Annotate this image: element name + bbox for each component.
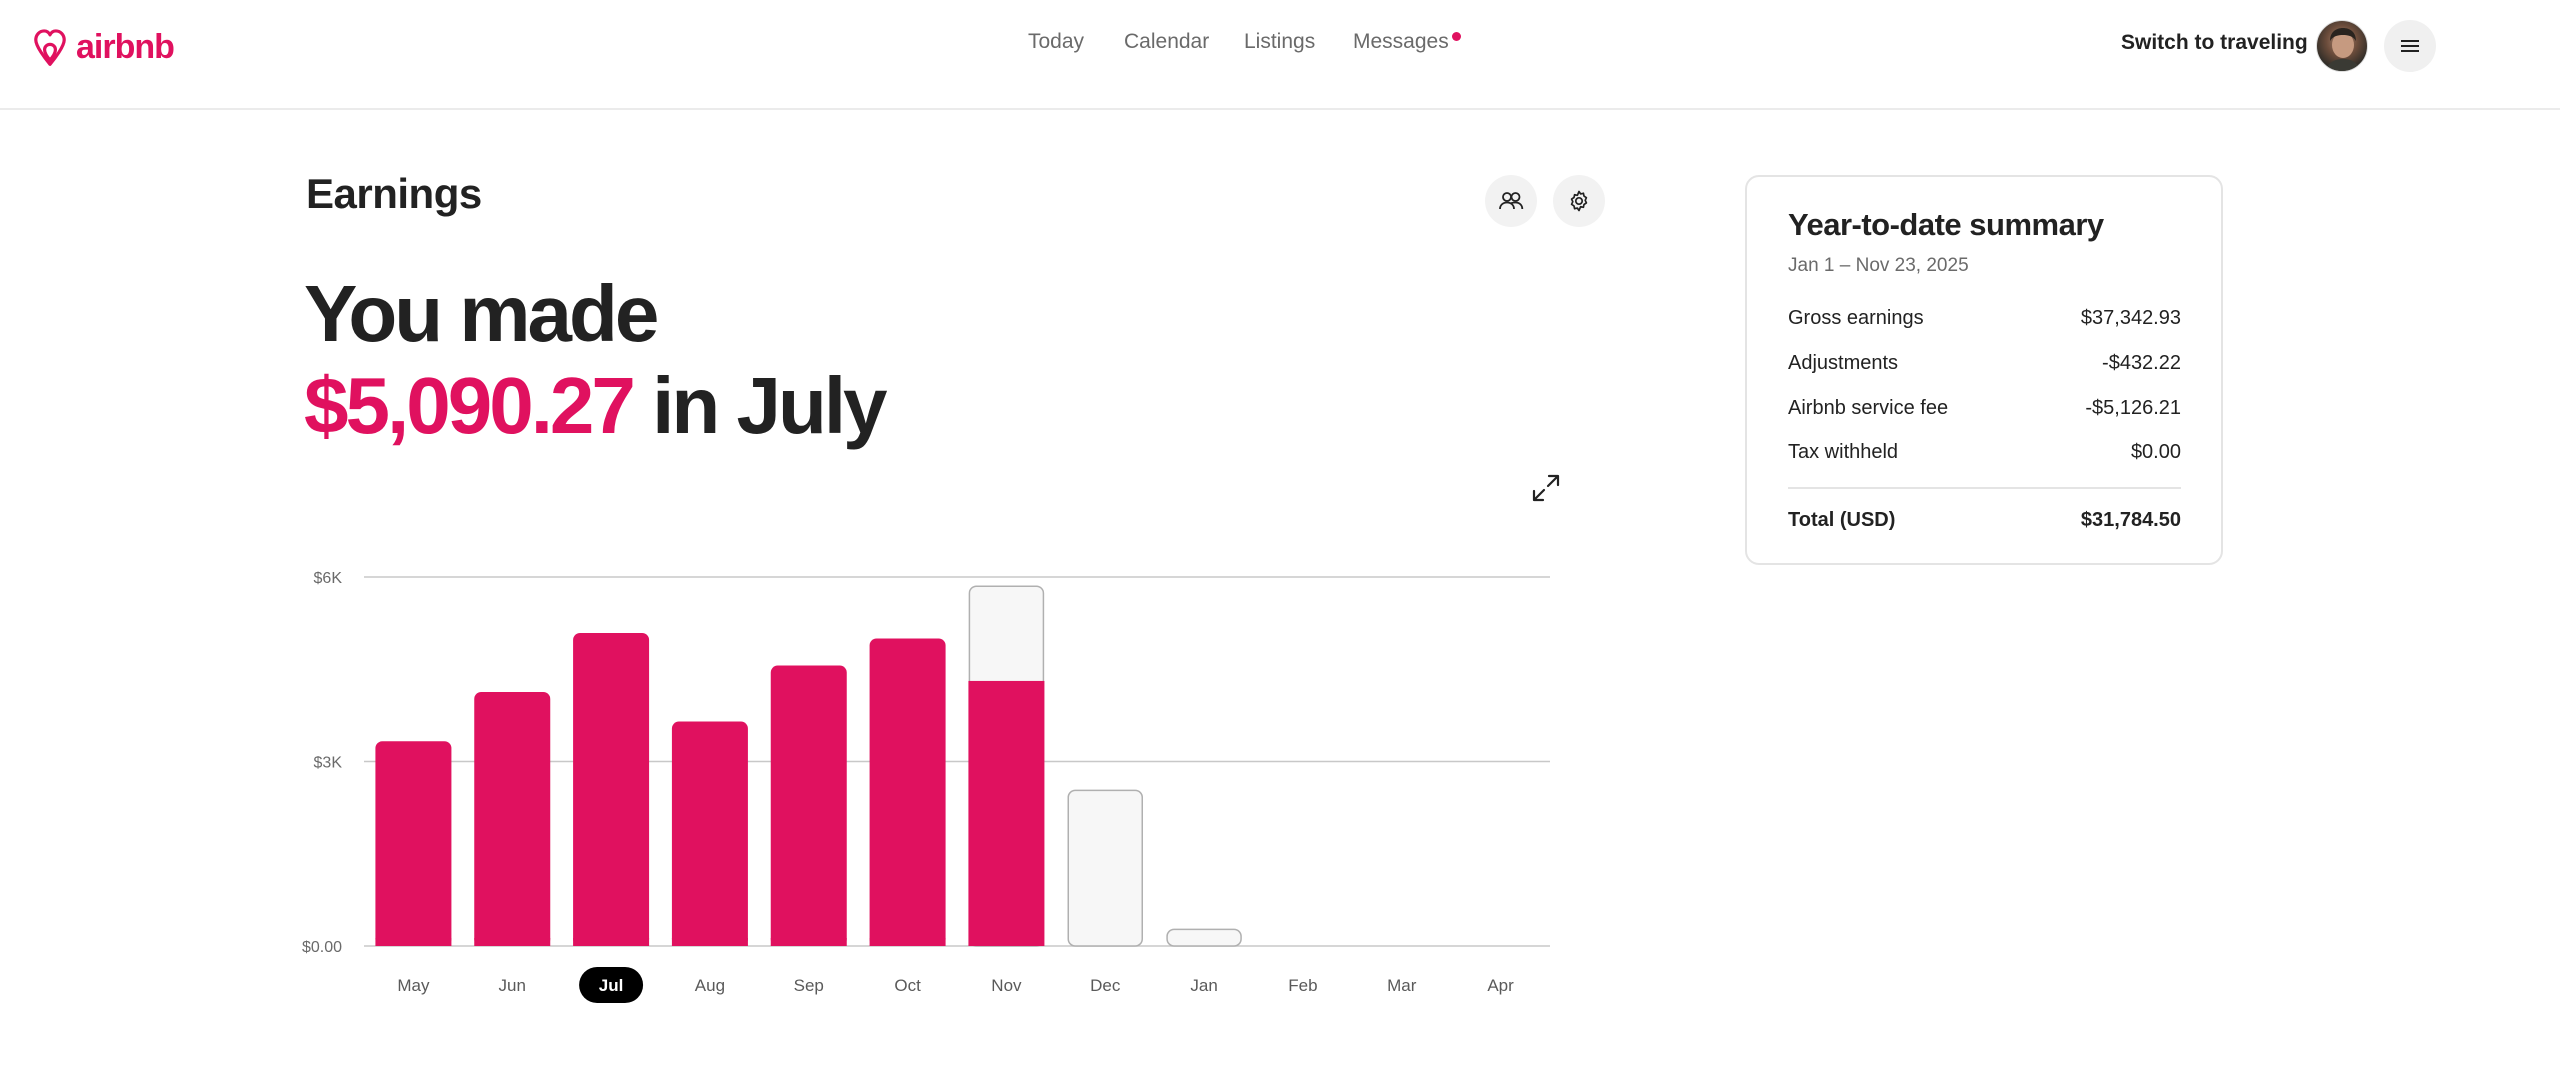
- summary-total-value: $31,784.50: [2080, 509, 2181, 531]
- summary-row-tax-withheld: Tax withheld $0.00: [1788, 441, 2181, 464]
- x-tick-label: Aug: [695, 976, 725, 995]
- summary-row-gross-earnings: Gross earnings $37,342.93: [1788, 307, 2181, 330]
- hero-suffix: in July: [652, 361, 887, 450]
- avatar-portrait-icon: [2325, 28, 2361, 71]
- summary-row-label: Tax withheld: [1788, 441, 1899, 463]
- top-header: airbnb Today Calendar Listings Messages …: [0, 0, 2560, 110]
- expand-icon: [1532, 474, 1560, 502]
- chart-bar-paid: [474, 692, 551, 946]
- avatar[interactable]: [2316, 20, 2368, 72]
- summary-row-value: -$5,126.21: [2085, 397, 2181, 419]
- chart-bar-paid-base: [869, 938, 946, 946]
- brand-name: airbnb: [76, 27, 175, 66]
- x-tick-label: May: [397, 976, 430, 995]
- y-tick-label: $3K: [314, 755, 343, 772]
- x-tick-label: Dec: [1090, 976, 1121, 995]
- nav-messages-label: Messages: [1353, 30, 1449, 53]
- nav-calendar[interactable]: Calendar: [1124, 30, 1209, 54]
- y-tick-label: $0.00: [302, 939, 342, 956]
- chart-bar-paid-base: [671, 938, 748, 946]
- x-tick-label: Nov: [991, 976, 1022, 995]
- x-tick-label: Oct: [894, 976, 921, 995]
- y-tick-label: $6K: [314, 570, 343, 587]
- chart-bar-paid-base: [375, 938, 452, 946]
- x-tick-label: Sep: [794, 976, 824, 995]
- summary-title: Year-to-date summary: [1788, 207, 2104, 242]
- summary-total-label: Total (USD): [1788, 509, 1896, 531]
- year-to-date-summary-card: Year-to-date summary Jan 1 – Nov 23, 202…: [1745, 175, 2223, 565]
- summary-row-total: Total (USD) $31,784.50: [1788, 509, 2181, 532]
- people-icon: [1499, 192, 1524, 210]
- chart-bar-paid-base: [573, 938, 650, 946]
- chart-bar-paid: [375, 741, 452, 946]
- expand-chart-button[interactable]: [1530, 472, 1562, 504]
- nav-listings[interactable]: Listings: [1244, 30, 1315, 54]
- hero-line-2: $5,090.27 in July: [304, 360, 888, 452]
- x-tick-label: Apr: [1487, 976, 1514, 995]
- summary-row-value: $0.00: [2130, 441, 2181, 463]
- co-hosts-button[interactable]: [1485, 175, 1537, 227]
- chart-bar-upcoming: [1166, 928, 1242, 947]
- summary-row-adjustments: Adjustments -$432.22: [1788, 352, 2181, 375]
- switch-to-traveling-button[interactable]: Switch to traveling: [2121, 31, 2308, 55]
- hero-line-1: You made: [304, 269, 659, 358]
- hamburger-icon: [2401, 40, 2419, 52]
- summary-row-label: Adjustments: [1788, 352, 1899, 374]
- x-tick-label: Jun: [499, 976, 526, 995]
- notification-dot: [1451, 32, 1461, 41]
- nav-messages[interactable]: Messages: [1353, 30, 1461, 54]
- summary-row-label: Gross earnings: [1788, 307, 1924, 329]
- earnings-hero: You made $5,090.27 in July: [304, 268, 888, 452]
- x-tick-label-selected: Jul: [599, 976, 624, 995]
- airbnb-logo-icon: [34, 29, 66, 66]
- nav-today[interactable]: Today: [1028, 30, 1084, 54]
- hero-amount: $5,090.27: [304, 361, 636, 450]
- chart-bar-paid: [869, 638, 946, 946]
- earnings-bar-chart: $0.00 $3K $6K May Jun Jul Aug Sep Oct Nov Dec Jan Fe…: [302, 570, 1550, 1003]
- summary-row-value: $37,342.93: [2080, 307, 2181, 329]
- airbnb-logo[interactable]: airbnb: [30, 26, 175, 68]
- summary-row-value: -$432.22: [2102, 352, 2181, 374]
- chart-bar-paid: [573, 632, 650, 946]
- x-tick-label: Feb: [1288, 976, 1317, 995]
- summary-row-service-fee: Airbnb service fee -$5,126.21: [1788, 397, 2181, 420]
- summary-date-range: Jan 1 – Nov 23, 2025: [1788, 255, 1969, 276]
- main-menu-button[interactable]: [2384, 20, 2436, 72]
- chart-bar-paid: [770, 665, 847, 946]
- chart-bar-paid: [968, 680, 1045, 946]
- gear-icon: [1570, 190, 1588, 212]
- summary-divider: [1788, 487, 2181, 489]
- page-title: Earnings: [306, 170, 482, 217]
- chart-bar-paid-base: [474, 938, 551, 946]
- x-tick-label: Jan: [1190, 976, 1217, 995]
- chart-bar-paid: [671, 721, 748, 946]
- x-tick-label: Mar: [1387, 976, 1417, 995]
- chart-bar-paid-base: [770, 938, 847, 946]
- summary-row-label: Airbnb service fee: [1788, 397, 1949, 419]
- chart-bar-upcoming: [1067, 789, 1143, 947]
- settings-button[interactable]: [1553, 175, 1605, 227]
